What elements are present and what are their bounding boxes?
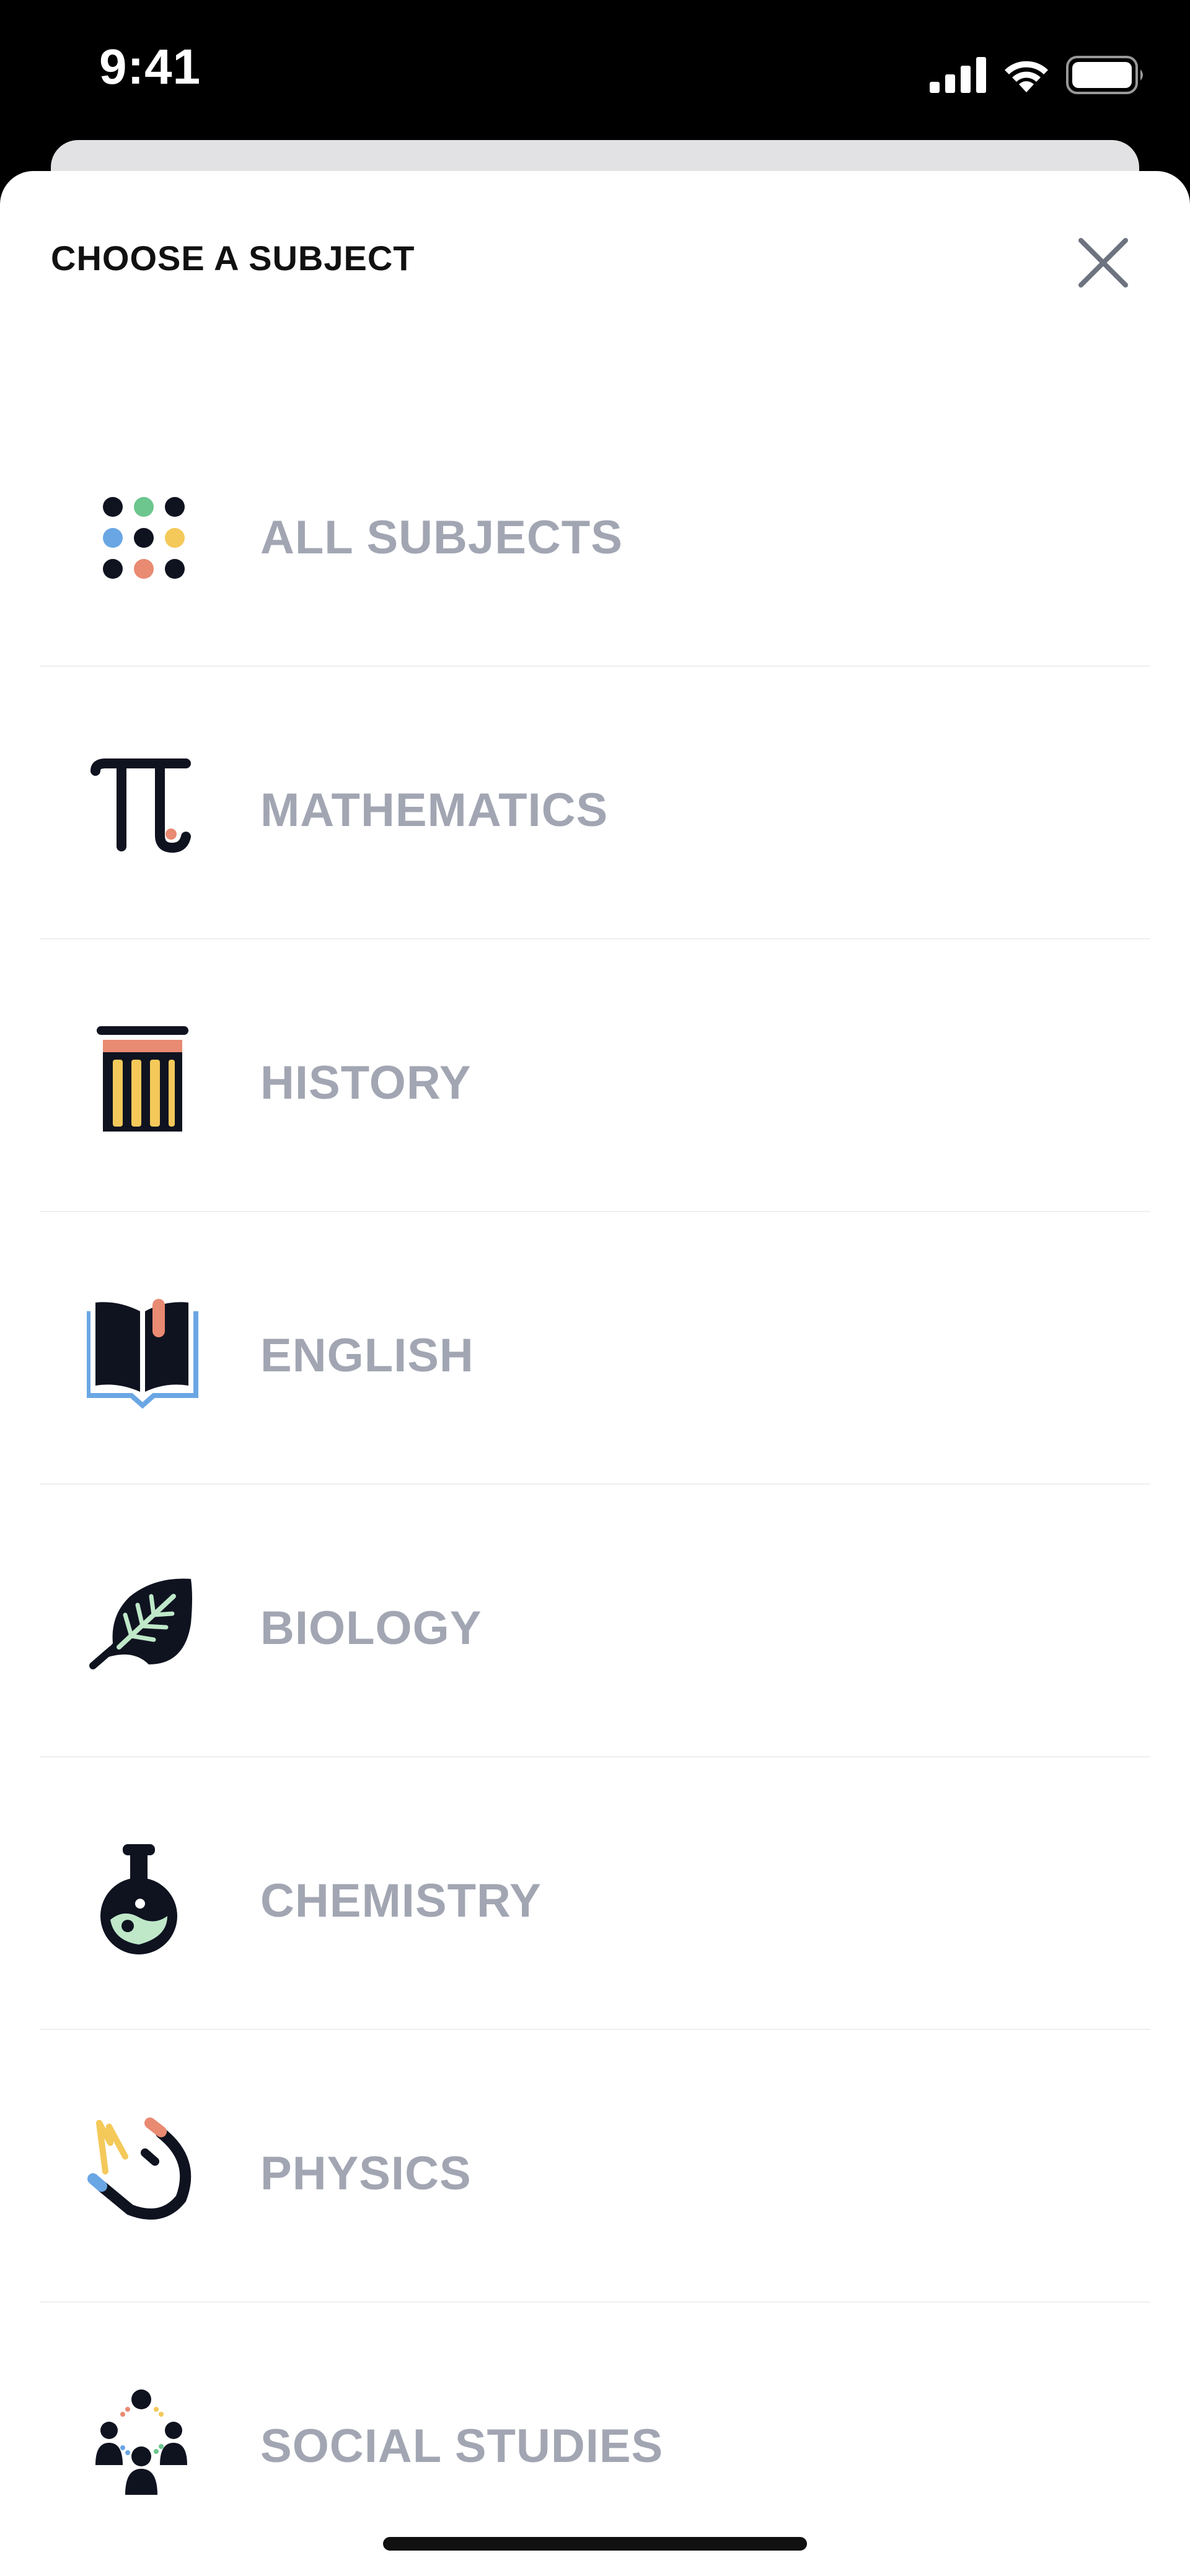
subject-label: ALL SUBJECTS <box>260 511 623 564</box>
subject-item-social-studies[interactable]: SOCIAL STUDIES <box>0 2303 1190 2575</box>
subject-label: PHYSICS <box>260 2147 472 2200</box>
subject-item-mathematics[interactable]: MATHEMATICS <box>0 667 1190 939</box>
home-indicator[interactable] <box>383 2537 807 2551</box>
status-time: 9:41 <box>99 39 201 94</box>
subject-item-biology[interactable]: BIOLOGY <box>0 1485 1190 1757</box>
dots-grid-icon <box>87 481 198 592</box>
subject-item-english[interactable]: ENGLISH <box>0 1212 1190 1485</box>
subject-label: HISTORY <box>260 1057 472 1109</box>
subject-label: SOCIAL STUDIES <box>260 2420 664 2473</box>
subject-item-history[interactable]: HISTORY <box>0 939 1190 1212</box>
subject-item-chemistry[interactable]: CHEMISTRY <box>0 1757 1190 2030</box>
magnet-icon <box>87 2117 198 2228</box>
status-bar: 9:41 <box>0 0 1190 149</box>
battery-icon <box>1066 56 1143 94</box>
people-icon <box>87 2389 198 2501</box>
book-icon <box>86 1299 198 1410</box>
leaf-icon <box>87 1572 198 1683</box>
column-icon <box>87 1026 198 1138</box>
subject-item-physics[interactable]: PHYSICS <box>0 2030 1190 2303</box>
subject-picker-sheet: CHOOSE A SUBJECT ALL SUBJECTS MATHEMATIC… <box>0 171 1190 2576</box>
close-x-icon <box>1078 238 1128 288</box>
subject-label: ENGLISH <box>260 1329 474 1382</box>
subject-label: BIOLOGY <box>260 1602 482 1655</box>
sheet-title: CHOOSE A SUBJECT <box>51 239 415 278</box>
pi-icon <box>87 754 198 865</box>
subject-label: CHEMISTRY <box>260 1875 542 1927</box>
close-button[interactable] <box>1066 226 1140 300</box>
subject-item-all-subjects[interactable]: ALL SUBJECTS <box>0 394 1190 667</box>
subject-label: MATHEMATICS <box>260 784 609 837</box>
flask-icon <box>87 1844 198 1956</box>
subject-list: ALL SUBJECTS MATHEMATICS HISTORY ENGLISH… <box>0 394 1190 2575</box>
cellular-signal-icon <box>930 57 986 93</box>
wifi-icon <box>1005 61 1048 92</box>
status-icons <box>930 53 1147 97</box>
